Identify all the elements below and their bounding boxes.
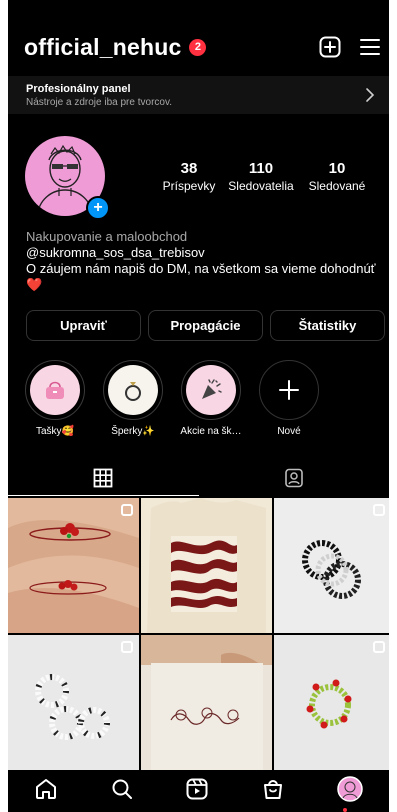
activity-dot <box>343 808 347 812</box>
highlight-bags-label: Tašky🥰 <box>35 426 74 437</box>
multi-photo-icon <box>373 641 385 653</box>
multi-photo-icon <box>121 504 133 516</box>
highlight-bags[interactable]: Tašky🥰 <box>24 360 86 437</box>
bio-handle-link[interactable]: @sukromna_sos_dsa_trebisov <box>26 245 376 261</box>
stat-following[interactable]: 10 Sledované <box>299 160 375 193</box>
stat-followers-value: 110 <box>248 160 274 177</box>
screen-edge-left <box>0 0 8 812</box>
stat-posts-value: 38 <box>180 160 198 177</box>
post-thumbnail[interactable] <box>8 635 139 770</box>
stat-following-label: Sledované <box>308 179 366 193</box>
stat-followers-label: Sledovatelia <box>228 179 294 193</box>
menu-icon[interactable] <box>359 37 381 57</box>
plus-icon <box>279 380 299 400</box>
highlight-sales-label: Akcie na šk… <box>180 426 242 437</box>
zebra-tote-icon <box>141 498 272 633</box>
insights-button[interactable]: Štatistiky <box>270 310 385 341</box>
promotions-button[interactable]: Propagácie <box>148 310 263 341</box>
bio: Nakupovanie a maloobchod @sukromna_sos_d… <box>26 229 376 293</box>
beaded-rings-icon <box>274 498 391 633</box>
post-thumbnail[interactable] <box>274 635 391 770</box>
professional-panel[interactable]: Profesionálny panel Nástroje a zdroje ib… <box>8 76 389 114</box>
stat-posts-label: Príspevky <box>162 179 216 193</box>
home-icon[interactable] <box>34 777 58 806</box>
search-icon[interactable] <box>110 777 134 806</box>
bio-text: O záujem nám napiš do DM, na všetkom sa … <box>26 261 376 292</box>
highlight-sales[interactable]: Akcie na šk… <box>180 360 242 437</box>
stat-followers[interactable]: 110 Sledovatelia <box>223 160 299 193</box>
stat-following-value: 10 <box>328 160 346 177</box>
new-post-icon[interactable] <box>319 36 341 58</box>
confetti-icon <box>202 379 222 399</box>
stat-posts[interactable]: 38 Príspevky <box>155 160 223 193</box>
profile-stats: 38 Príspevky 110 Sledovatelia 10 Sledova… <box>155 160 375 193</box>
multi-photo-icon <box>121 641 133 653</box>
reels-icon[interactable] <box>185 777 209 806</box>
handbag-icon <box>46 381 64 399</box>
profile-nav-avatar[interactable] <box>337 775 363 807</box>
highlight-jewelry[interactable]: Šperky✨ <box>102 360 164 437</box>
notification-badge[interactable]: 2 <box>189 38 207 56</box>
screen-edge-right <box>389 0 397 812</box>
post-thumbnail[interactable] <box>8 498 139 633</box>
profile-tabs <box>8 462 389 496</box>
posts-grid <box>8 498 391 770</box>
bio-category: Nakupovanie a maloobchod <box>26 229 188 244</box>
multi-photo-icon <box>373 504 385 516</box>
tab-posts-grid[interactable] <box>8 462 199 494</box>
post-thumbnail[interactable] <box>141 635 272 770</box>
bottom-nav <box>8 770 389 812</box>
tagged-person-icon <box>284 468 303 488</box>
username[interactable]: official_nehuc <box>24 34 181 61</box>
chevron-right-icon <box>365 87 375 108</box>
green-red-bead-ring-icon <box>274 635 391 770</box>
ring-icon <box>125 382 141 401</box>
post-thumbnail[interactable] <box>274 498 391 633</box>
professional-panel-subtitle: Nástroje a zdroje iba pre tvorcov. <box>26 96 172 108</box>
white-beaded-rings-icon <box>8 635 139 770</box>
highlight-jewelry-label: Šperky✨ <box>111 426 155 437</box>
cat-tote-icon <box>141 635 272 770</box>
ring-photo-icon <box>8 498 139 633</box>
professional-panel-title: Profesionálny panel <box>26 82 131 95</box>
shop-icon[interactable] <box>261 777 285 806</box>
grid-icon <box>93 468 113 488</box>
post-thumbnail[interactable] <box>141 498 272 633</box>
tab-active-indicator <box>8 495 199 496</box>
add-story-icon[interactable]: + <box>86 196 110 220</box>
profile-screen: official_nehuc 2 Profesionálny panel Nás… <box>0 0 397 812</box>
top-bar: official_nehuc 2 <box>24 30 381 64</box>
highlight-new[interactable]: Nové <box>258 360 320 437</box>
highlight-new-label: Nové <box>277 426 301 437</box>
tab-tagged[interactable] <box>199 462 390 494</box>
edit-profile-button[interactable]: Upraviť <box>26 310 141 341</box>
profile-actions: Upraviť Propagácie Štatistiky <box>26 310 385 341</box>
